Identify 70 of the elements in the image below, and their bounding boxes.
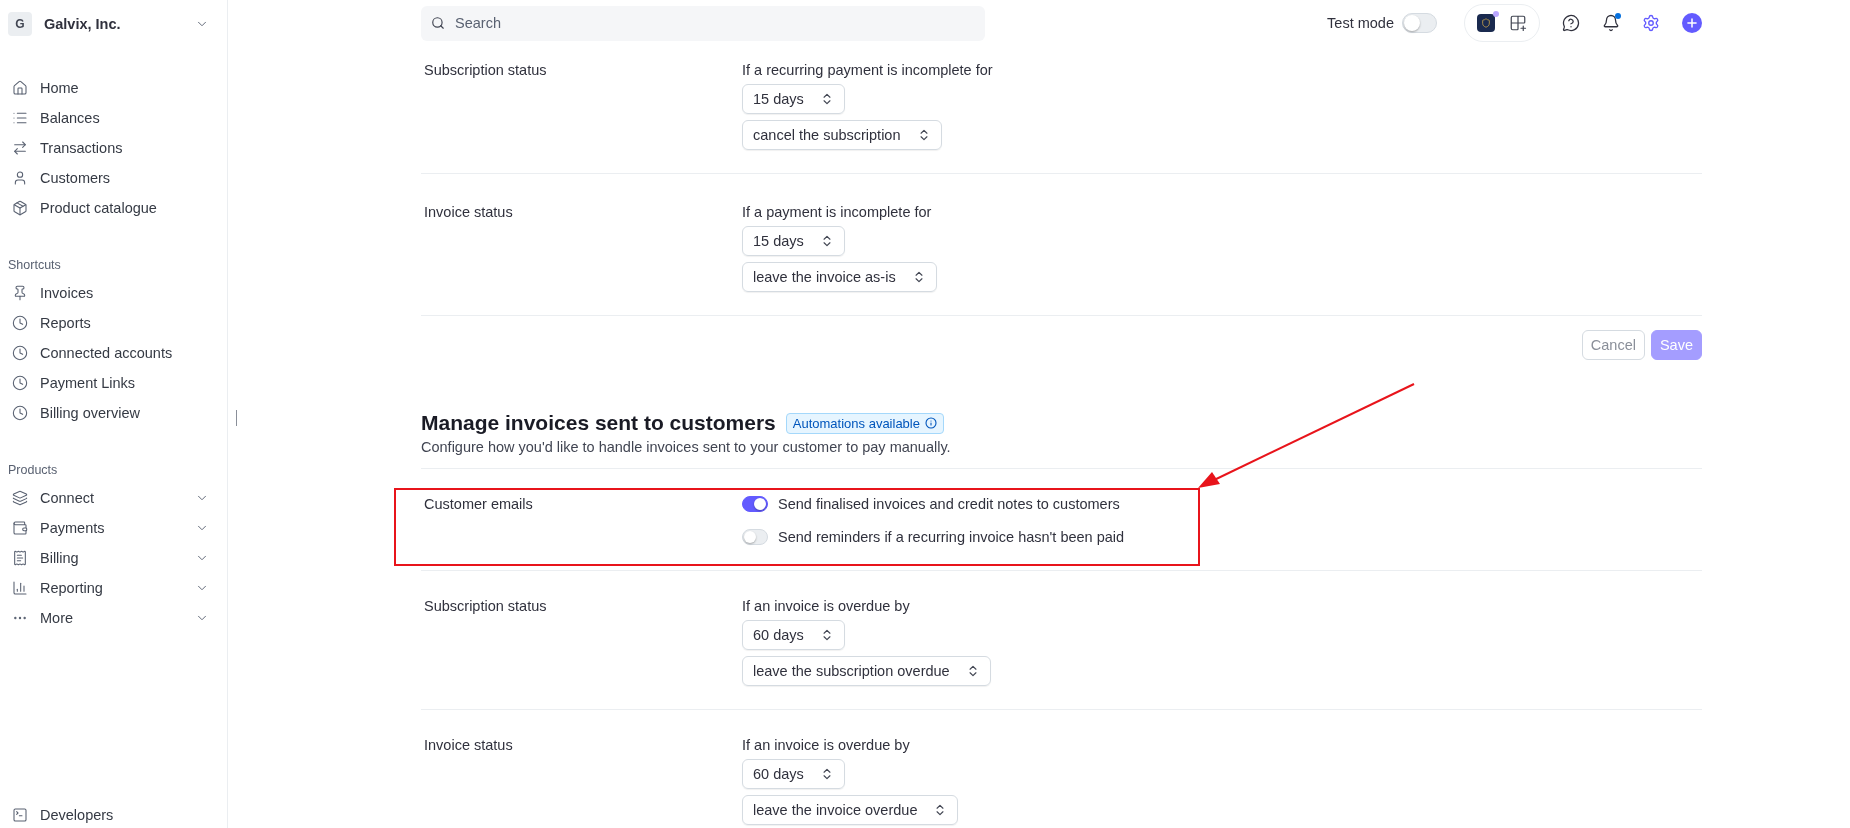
settings-icon[interactable] <box>1642 14 1660 32</box>
select-dropdown[interactable]: leave the subscription overdue <box>742 656 991 686</box>
help-icon[interactable] <box>1562 14 1580 32</box>
nav-icon <box>12 80 28 96</box>
plus-icon[interactable] <box>1682 13 1702 33</box>
nav-icon <box>12 110 28 126</box>
nav-item[interactable]: Billing overview <box>40 405 219 421</box>
select-dropdown[interactable]: cancel the subscription <box>742 120 942 150</box>
nav-icon <box>12 170 28 186</box>
pin-icon <box>12 285 28 301</box>
nav-item[interactable]: Transactions <box>40 140 219 156</box>
search-icon <box>431 16 445 30</box>
nav-icon <box>12 580 28 596</box>
terminal-icon <box>12 807 28 823</box>
clock-icon <box>12 345 28 361</box>
test-mode-label: Test mode <box>1327 15 1394 31</box>
nav-item[interactable]: Balances <box>40 110 219 126</box>
nav-item[interactable]: Developers <box>40 807 219 823</box>
nav-item[interactable]: Home <box>40 80 219 96</box>
test-mode-toggle[interactable] <box>1402 13 1437 33</box>
toggle-label: Send reminders if a recurring invoice hasn't been paid <box>778 528 1125 547</box>
info-icon <box>925 417 937 429</box>
condition-text: If an invoice is overdue by <box>742 736 910 755</box>
select-dropdown[interactable]: 60 days <box>742 620 845 650</box>
section-title: Shortcuts <box>8 257 62 274</box>
nav-item[interactable]: Invoices <box>40 285 219 301</box>
nav-item[interactable]: Billing <box>40 550 183 566</box>
toggle-switch[interactable] <box>742 496 768 512</box>
section-heading: Manage invoices sent to customers <box>421 410 776 436</box>
nav-item[interactable]: Reports <box>40 315 219 331</box>
select-dropdown[interactable]: 60 days <box>742 759 845 789</box>
select-dropdown[interactable]: leave the invoice overdue <box>742 795 959 825</box>
setting-label: Subscription status <box>424 61 548 80</box>
select-dropdown[interactable]: 15 days <box>742 226 845 256</box>
nav-icon <box>12 550 28 566</box>
toggle-label: Send finalised invoices and credit notes to customers <box>778 495 1120 514</box>
setting-label: Subscription status <box>424 597 548 616</box>
nav-icon <box>12 490 28 506</box>
search-field[interactable]: Search <box>421 5 985 41</box>
section-description: Configure how you'd like to handle invoices sent to your customer to pay manually. <box>421 437 1702 469</box>
nav-item[interactable]: Connect <box>40 490 183 506</box>
select-dropdown[interactable]: 15 days <box>742 84 845 114</box>
org-name[interactable]: Galvix, Inc. <box>44 16 183 32</box>
clock-icon <box>12 315 28 331</box>
condition-text: If a recurring payment is incomplete for <box>742 61 993 80</box>
select-dropdown[interactable]: leave the invoice as-is <box>742 262 937 292</box>
nav-item[interactable]: Connected accounts <box>40 345 219 361</box>
nav-item[interactable]: Customers <box>40 170 219 186</box>
nav-icon <box>12 520 28 536</box>
setting-label: Invoice status <box>424 736 514 755</box>
clock-icon <box>12 405 28 421</box>
nav-item[interactable]: Payment Links <box>40 375 219 391</box>
grid-plus-icon[interactable] <box>1509 14 1527 32</box>
automations-badge[interactable]: Automations available <box>785 412 944 434</box>
nav-icon <box>12 200 28 216</box>
nav-item[interactable]: Product catalogue <box>40 200 219 216</box>
nav-item[interactable]: Payments <box>40 520 183 536</box>
search-input[interactable]: Search <box>453 14 975 32</box>
bell-icon[interactable] <box>1602 14 1620 32</box>
resize-handle[interactable] <box>236 410 237 426</box>
section-title: Products <box>8 462 59 479</box>
condition-text: If a payment is incomplete for <box>742 203 932 222</box>
nav-item[interactable]: Reporting <box>40 580 183 596</box>
nav-item[interactable]: More <box>40 610 183 626</box>
condition-text: If an invoice is overdue by <box>742 597 910 616</box>
org-avatar: G <box>8 12 32 36</box>
setting-label: Customer emails <box>424 495 534 514</box>
clock-icon <box>12 375 28 391</box>
setting-label: Invoice status <box>424 203 514 222</box>
nav-icon <box>12 140 28 156</box>
